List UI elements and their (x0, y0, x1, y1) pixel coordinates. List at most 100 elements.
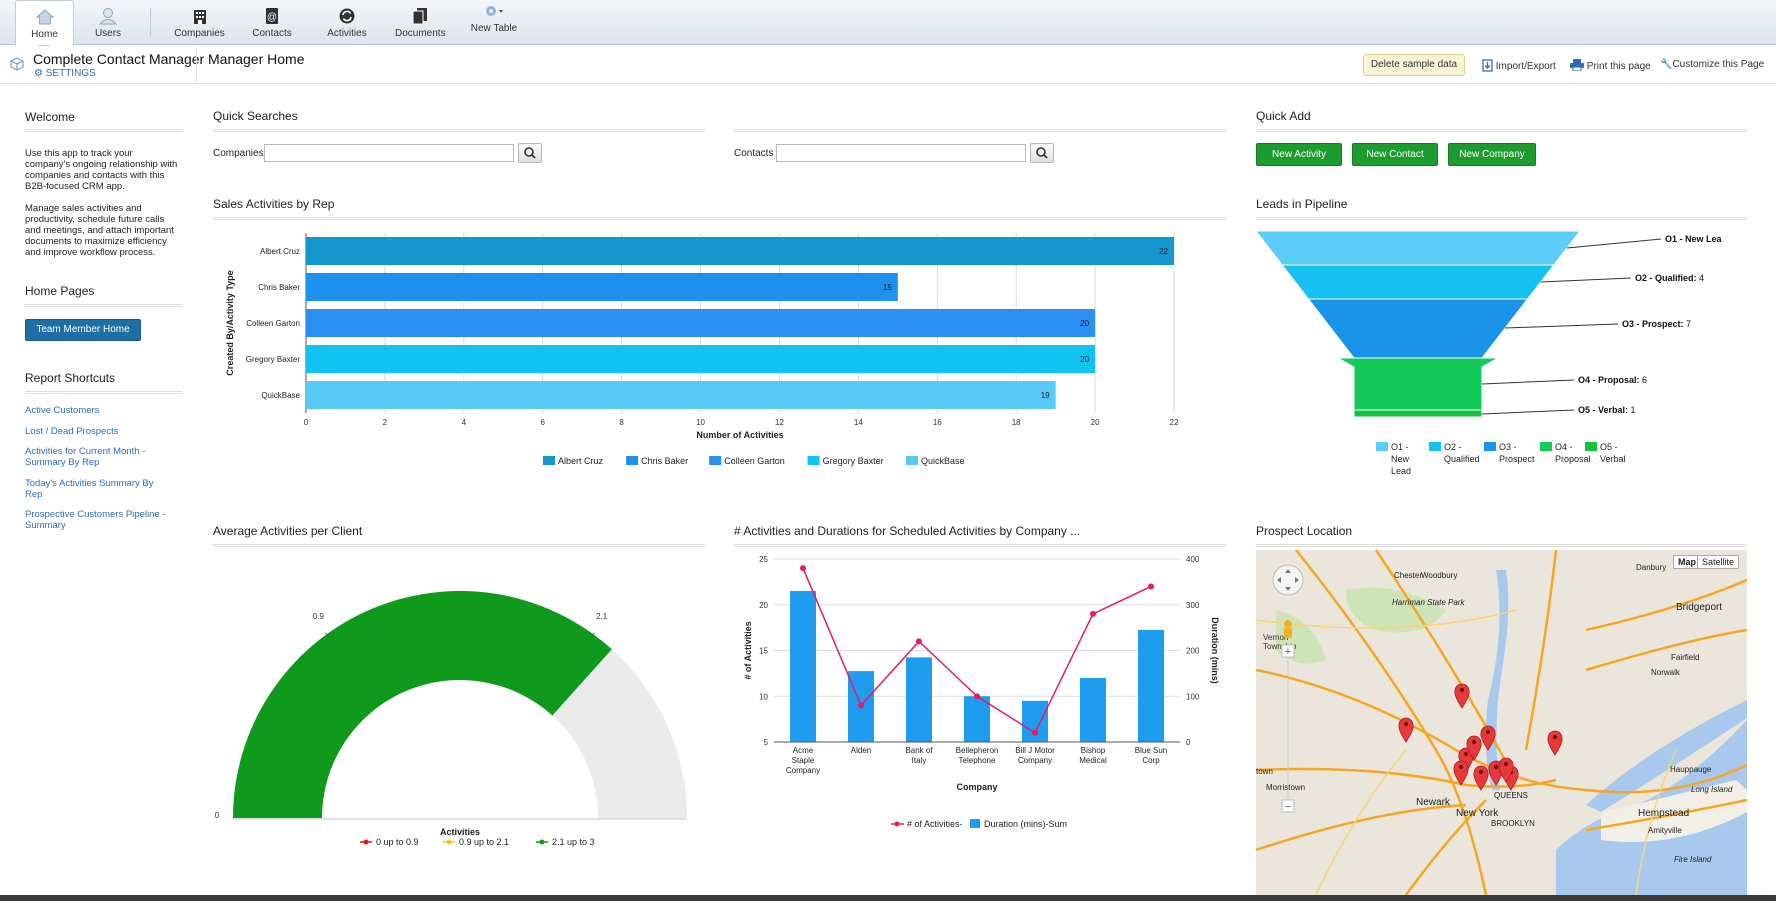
prospect-map[interactable]: Danbury Chester Woodbury Harriman State Par… (1256, 550, 1747, 895)
customize-link[interactable]: 🔧Customize this Page (1660, 59, 1764, 70)
welcome-line: and meetings, and attach important (25, 225, 174, 236)
new-company-button[interactable]: New Company (1448, 143, 1536, 166)
map-canvas[interactable]: Danbury ChesterWoodbury Harriman State Par… (1256, 550, 1747, 895)
delete-sample-data-button[interactable]: Delete sample data (1363, 54, 1465, 76)
gauge-tick-label: 0 (215, 811, 220, 820)
settings-link[interactable]: ⚙ SETTINGS (34, 68, 96, 79)
legend-label: Proposal (1555, 454, 1591, 464)
tab-new-table[interactable]: New Table (468, 0, 520, 45)
legend-label: QuickBase (921, 456, 965, 466)
map-place-label: Harriman State Park (1392, 598, 1465, 607)
app-name[interactable]: Complete Contact Manager (33, 51, 204, 67)
welcome-line: company's ongoing relationship with (25, 159, 178, 170)
tab-companies[interactable]: Companies (172, 0, 227, 45)
tab-contacts[interactable]: @ Contacts (247, 0, 297, 45)
report-shortcuts-title: Report Shortcuts (25, 371, 116, 385)
highway (1585, 628, 1747, 672)
category-label: Chris Baker (258, 283, 300, 292)
contacts-search-input[interactable] (776, 144, 1026, 162)
x-tick-label: 16 (933, 418, 942, 427)
sales-chart-rule (213, 217, 1226, 220)
map-marker-dot (1459, 687, 1465, 693)
map-marker-dot (1552, 734, 1558, 740)
map-place-label: Long Island (1691, 785, 1733, 794)
home-pages-title: Home Pages (25, 284, 95, 298)
funnel-label: O2 - Qualified: 4 (1635, 273, 1704, 283)
legend-label: Lead (1391, 466, 1411, 476)
activities-icon (339, 8, 355, 24)
category-label: Company (786, 766, 820, 775)
legend-label: # of Activities- (907, 819, 963, 829)
companies-search-input[interactable] (264, 144, 514, 162)
activities-point (1032, 729, 1038, 736)
map-place-label: Hauppauge (1670, 765, 1712, 774)
contacts-search-button[interactable] (1030, 143, 1054, 163)
link-active-customers[interactable]: Active Customers (25, 405, 99, 416)
legend-swatch (807, 456, 820, 465)
import-export-label: Import/Export (1495, 61, 1556, 72)
wrench-icon: 🔧 (1660, 59, 1673, 70)
map-place-label: Morristown (1266, 783, 1305, 792)
legend-swatch (1540, 442, 1552, 451)
gauge-chart-title: Average Activities per Client (213, 524, 363, 538)
category-label: Bellepheron (956, 746, 999, 755)
legend-swatch (1376, 442, 1388, 451)
activities-point (916, 638, 922, 645)
welcome-line: B2B-focused CRM app. (25, 181, 125, 192)
funnel-stage-value: 4 (1697, 273, 1705, 283)
tab-activities[interactable]: Activities (322, 0, 372, 45)
category-label: Bishop (1081, 746, 1106, 755)
legend-label: Albert Cruz (558, 456, 604, 466)
map-marker-dot (1403, 721, 1409, 727)
funnel-stage-5 (1353, 409, 1483, 418)
category-label: Acme (793, 746, 814, 755)
building-icon (193, 10, 206, 24)
duration-bar (1080, 677, 1106, 742)
link-lost-dead-prospects[interactable]: Lost / Dead Prospects (25, 426, 118, 437)
activities-point (800, 565, 806, 572)
activities-point (974, 693, 980, 700)
new-contact-button[interactable]: New Contact (1352, 143, 1438, 166)
gear-icon (486, 6, 503, 16)
welcome-line: and improve workflow process. (25, 247, 156, 258)
link-prospective-pipeline[interactable]: Prospective Customers Pipeline - Summary (25, 509, 165, 531)
funnel-stage-name: O5 - Verbal: (1578, 405, 1628, 415)
quick-searches-title: Quick Searches (213, 109, 298, 123)
zoom-in-icon: + (1285, 646, 1291, 658)
bar-value-label: 20 (1080, 355, 1089, 364)
map-place-label: QUEENS (1494, 791, 1528, 800)
tab-home[interactable]: Home (15, 0, 74, 46)
companies-search-button[interactable] (518, 143, 542, 163)
import-export-link[interactable]: Import/Export (1482, 59, 1556, 72)
gear-icon: ⚙ (34, 68, 43, 79)
map-marker (1454, 683, 1470, 709)
print-link[interactable]: Print this page (1570, 59, 1651, 72)
funnel-stage-name: O4 - Proposal: (1578, 375, 1640, 385)
category-label: Company (1018, 756, 1052, 765)
team-member-home-button[interactable]: Team Member Home (25, 319, 141, 341)
pegman-icon (1284, 620, 1292, 628)
funnel-stage-name: O1 - New Lea (1665, 234, 1723, 244)
legend-label: Colleen Garton (724, 456, 785, 466)
map-marker-dot (1471, 739, 1477, 745)
activities-point (1090, 610, 1096, 617)
tab-users[interactable]: Users (83, 0, 133, 45)
link-todays-activities[interactable]: Today's Activities Summary By Rep (25, 478, 154, 500)
satellite-view-button[interactable]: Satellite (1697, 555, 1740, 569)
map-place-label: Amityville (1648, 826, 1682, 835)
companies-search-label: Companies (213, 148, 264, 159)
legend-label: O3 - (1499, 442, 1517, 452)
funnel-connector (1505, 323, 1619, 329)
tab-documents[interactable]: Documents (395, 0, 446, 45)
link-line: Summary By Rep (25, 457, 100, 468)
tab-new-table-label: New Table (470, 23, 518, 34)
bar-value-label: 15 (883, 283, 892, 292)
category-label: Telephone (959, 756, 996, 765)
new-activity-button[interactable]: New Activity (1256, 143, 1342, 166)
x-tick-label: 8 (619, 418, 624, 427)
link-activities-current-month[interactable]: Activities for Current Month - Summary By… (25, 446, 145, 468)
customize-label: Customize this Page (1672, 59, 1765, 70)
map-place-label: Chester (1394, 571, 1422, 580)
x-axis-title: Company (956, 782, 997, 792)
map-place-label: town (1256, 767, 1273, 776)
